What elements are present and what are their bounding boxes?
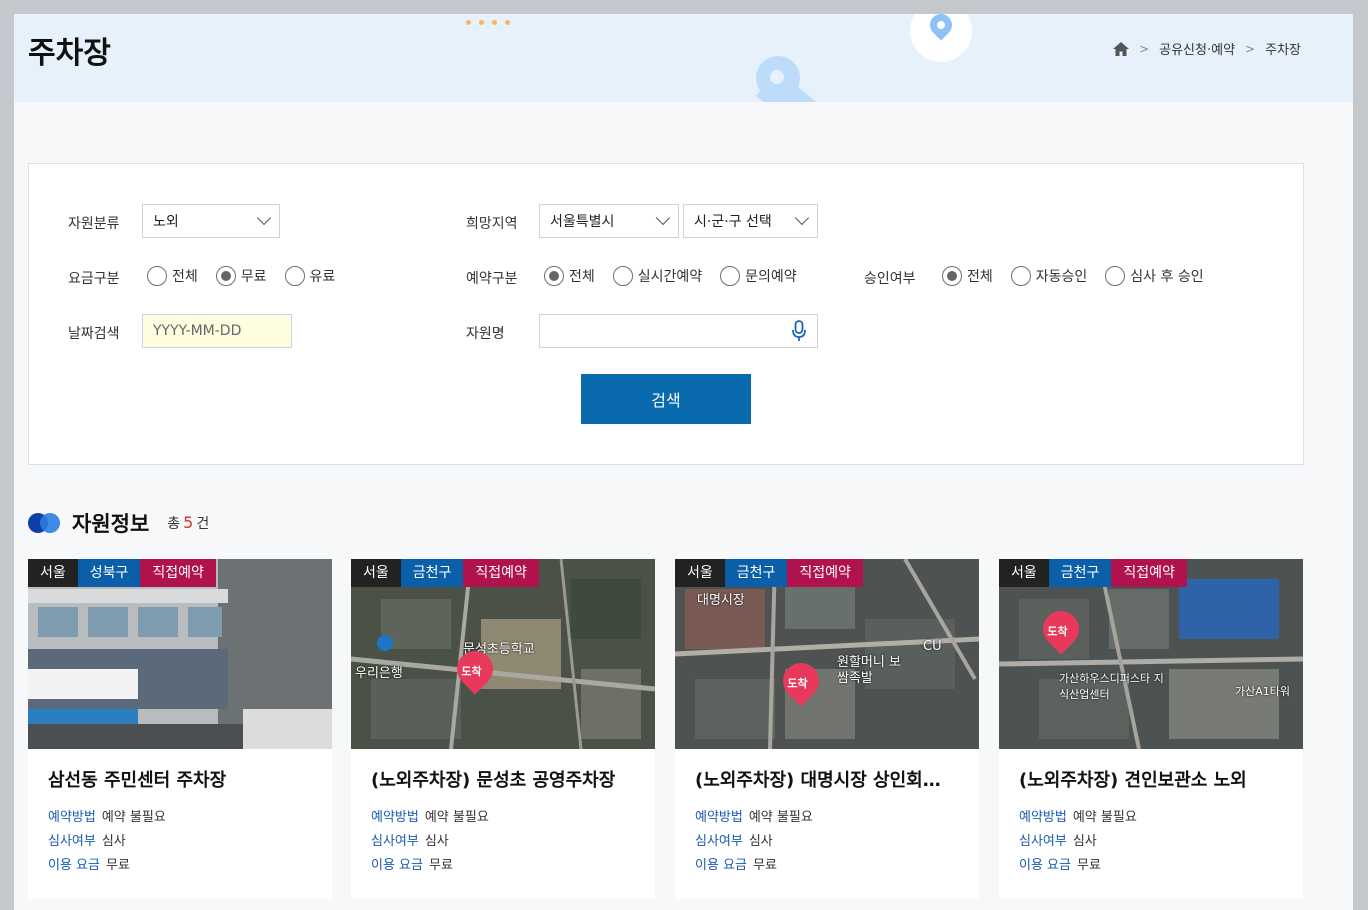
resource-card[interactable]: 우리은행 문성초등학교 도착 서울 금천구 직접예약 (노외주차장) 문성초 공… bbox=[351, 559, 655, 899]
approval-radio-auto[interactable]: 자동승인 bbox=[1010, 266, 1087, 286]
resource-card[interactable]: 서울 성북구 직접예약 삼선동 주민센터 주차장 예약방법 예약 불필요 심사여부… bbox=[28, 559, 332, 899]
card-title[interactable]: (노외주차장) 문성초 공영주차장 bbox=[371, 766, 641, 792]
reservation-label: 예약구분 bbox=[466, 271, 518, 287]
microphone-icon[interactable] bbox=[792, 320, 806, 342]
approval-label: 승인여부 bbox=[864, 271, 916, 287]
resource-card[interactable]: 대명시장 CU 원할머니 보쌈족발 도착 서울 금천구 직접예약 (노외주차장)… bbox=[675, 559, 979, 899]
header-banner: 주차장 > 공유신청·예약 > 주차장 bbox=[14, 14, 1353, 102]
map-label: 가산A1타워 bbox=[1235, 685, 1291, 698]
map-label: 대명시장 bbox=[697, 593, 745, 608]
district-value: 시·군·구 선택 bbox=[694, 214, 772, 230]
card-thumbnail-photo: 서울 성북구 직접예약 bbox=[28, 559, 332, 749]
card-meta-row: 이용 요금 무료 bbox=[371, 858, 453, 873]
card-meta-row: 심사여부 심사 bbox=[1019, 834, 1097, 849]
fee-label: 요금구분 bbox=[68, 271, 120, 287]
card-tags: 서울 금천구 직접예약 bbox=[351, 559, 539, 587]
card-meta-row: 예약방법 예약 불필요 bbox=[1019, 810, 1137, 825]
card-title[interactable]: (노외주차장) 견인보관소 노외 bbox=[1019, 766, 1289, 792]
resource-type-select[interactable]: 노외 bbox=[142, 204, 280, 238]
result-count-number: 5 bbox=[183, 513, 194, 532]
approval-radio-all[interactable]: 전체 bbox=[942, 266, 993, 286]
result-title: 자원정보 bbox=[72, 512, 150, 536]
tag-method: 직접예약 bbox=[787, 559, 863, 587]
page: 주차장 > 공유신청·예약 > 주차장 자원분류 노외 희망지역 서울특별시 시… bbox=[14, 14, 1353, 910]
card-meta-row: 예약방법 예약 불필요 bbox=[371, 810, 489, 825]
resource-type-label: 자원분류 bbox=[68, 216, 120, 232]
card-meta-row: 이용 요금 무료 bbox=[1019, 858, 1101, 873]
fee-radio-group: 전체 무료 유료 bbox=[147, 266, 353, 286]
tag-region: 서울 bbox=[675, 559, 725, 587]
chevron-down-icon bbox=[794, 210, 810, 226]
decorative-tag-icon bbox=[756, 56, 846, 102]
card-thumbnail-map: 대명시장 CU 원할머니 보쌈족발 도착 서울 금천구 직접예약 bbox=[675, 559, 979, 749]
reservation-radio-group: 전체 실시간예약 문의예약 bbox=[544, 266, 815, 286]
fee-radio-free[interactable]: 무료 bbox=[215, 266, 267, 286]
card-meta-row: 이용 요금 무료 bbox=[48, 858, 130, 873]
tag-district: 성북구 bbox=[77, 559, 141, 587]
decorative-dots bbox=[466, 14, 516, 28]
satellite-map-image bbox=[999, 559, 1303, 749]
search-button[interactable]: 검색 bbox=[581, 374, 751, 424]
city-select[interactable]: 서울특별시 bbox=[539, 204, 679, 238]
card-tags: 서울 금천구 직접예약 bbox=[675, 559, 863, 587]
card-meta-row: 예약방법 예약 불필요 bbox=[48, 810, 166, 825]
satellite-map-image bbox=[675, 559, 979, 749]
decorative-pin-icon bbox=[910, 14, 972, 62]
tag-method: 직접예약 bbox=[140, 559, 216, 587]
chevron-right-icon: > bbox=[1245, 41, 1256, 56]
fee-radio-paid[interactable]: 유료 bbox=[284, 266, 335, 286]
tag-region: 서울 bbox=[351, 559, 401, 587]
resource-name-label: 자원명 bbox=[466, 326, 505, 342]
tag-district: 금천구 bbox=[400, 559, 464, 587]
resource-card[interactable]: 가산하우스디퍼스타 지식산업센터 가산A1타워 도착 서울 금천구 직접예약 (… bbox=[999, 559, 1303, 899]
card-title[interactable]: 삼선동 주민센터 주차장 bbox=[48, 766, 318, 792]
breadcrumb-item-parking[interactable]: 주차장 bbox=[1265, 39, 1301, 58]
card-meta-row: 심사여부 심사 bbox=[48, 834, 126, 849]
tag-region: 서울 bbox=[28, 559, 78, 587]
map-label: 우리은행 bbox=[355, 666, 403, 681]
card-tags: 서울 금천구 직접예약 bbox=[999, 559, 1187, 587]
home-icon[interactable] bbox=[1113, 41, 1130, 56]
result-header: 자원정보 총5건 bbox=[28, 508, 209, 538]
fee-radio-all[interactable]: 전체 bbox=[147, 266, 198, 286]
district-select[interactable]: 시·군·구 선택 bbox=[683, 204, 818, 238]
resource-name-input[interactable] bbox=[539, 314, 818, 348]
map-label: 가산하우스디퍼스타 지식산업센터 bbox=[1059, 672, 1164, 701]
reservation-radio-all[interactable]: 전체 bbox=[544, 266, 595, 286]
card-meta-row: 예약방법 예약 불필요 bbox=[695, 810, 813, 825]
approval-radio-group: 전체 자동승인 심사 후 승인 bbox=[942, 266, 1222, 286]
tag-region: 서울 bbox=[999, 559, 1049, 587]
breadcrumb: > 공유신청·예약 > 주차장 bbox=[1113, 39, 1301, 58]
card-meta-row: 이용 요금 무료 bbox=[695, 858, 777, 873]
region-label: 희망지역 bbox=[466, 216, 518, 232]
page-title: 주차장 bbox=[28, 36, 111, 71]
card-title[interactable]: (노외주차장) 대명시장 상인회… bbox=[695, 766, 965, 792]
chevron-down-icon bbox=[256, 210, 272, 226]
city-value: 서울특별시 bbox=[550, 214, 615, 230]
reservation-radio-realtime[interactable]: 실시간예약 bbox=[612, 266, 702, 286]
card-meta-row: 심사여부 심사 bbox=[695, 834, 773, 849]
date-input[interactable] bbox=[142, 314, 292, 348]
chevron-down-icon bbox=[655, 210, 671, 226]
breadcrumb-item-reservation[interactable]: 공유신청·예약 bbox=[1159, 39, 1235, 58]
reservation-radio-inquiry[interactable]: 문의예약 bbox=[720, 266, 797, 286]
circles-icon bbox=[28, 513, 62, 533]
card-thumbnail-map: 가산하우스디퍼스타 지식산업센터 가산A1타워 도착 서울 금천구 직접예약 bbox=[999, 559, 1303, 749]
approval-radio-review[interactable]: 심사 후 승인 bbox=[1105, 266, 1204, 286]
map-label: CU bbox=[923, 639, 942, 654]
chevron-right-icon: > bbox=[1139, 41, 1150, 56]
tag-method: 직접예약 bbox=[1111, 559, 1187, 587]
result-count: 총5건 bbox=[167, 513, 210, 532]
map-label: 원할머니 보쌈족발 bbox=[837, 655, 901, 686]
tag-district: 금천구 bbox=[724, 559, 788, 587]
card-meta-row: 심사여부 심사 bbox=[371, 834, 449, 849]
search-panel: 자원분류 노외 희망지역 서울특별시 시·군·구 선택 요금구분 전체 무료 유… bbox=[28, 163, 1304, 465]
tag-method: 직접예약 bbox=[463, 559, 539, 587]
card-thumbnail-map: 우리은행 문성초등학교 도착 서울 금천구 직접예약 bbox=[351, 559, 655, 749]
building-photo-image bbox=[28, 559, 332, 749]
date-label: 날짜검색 bbox=[68, 326, 120, 342]
tag-district: 금천구 bbox=[1048, 559, 1112, 587]
card-tags: 서울 성북구 직접예약 bbox=[28, 559, 216, 587]
resource-type-value: 노외 bbox=[153, 214, 179, 230]
